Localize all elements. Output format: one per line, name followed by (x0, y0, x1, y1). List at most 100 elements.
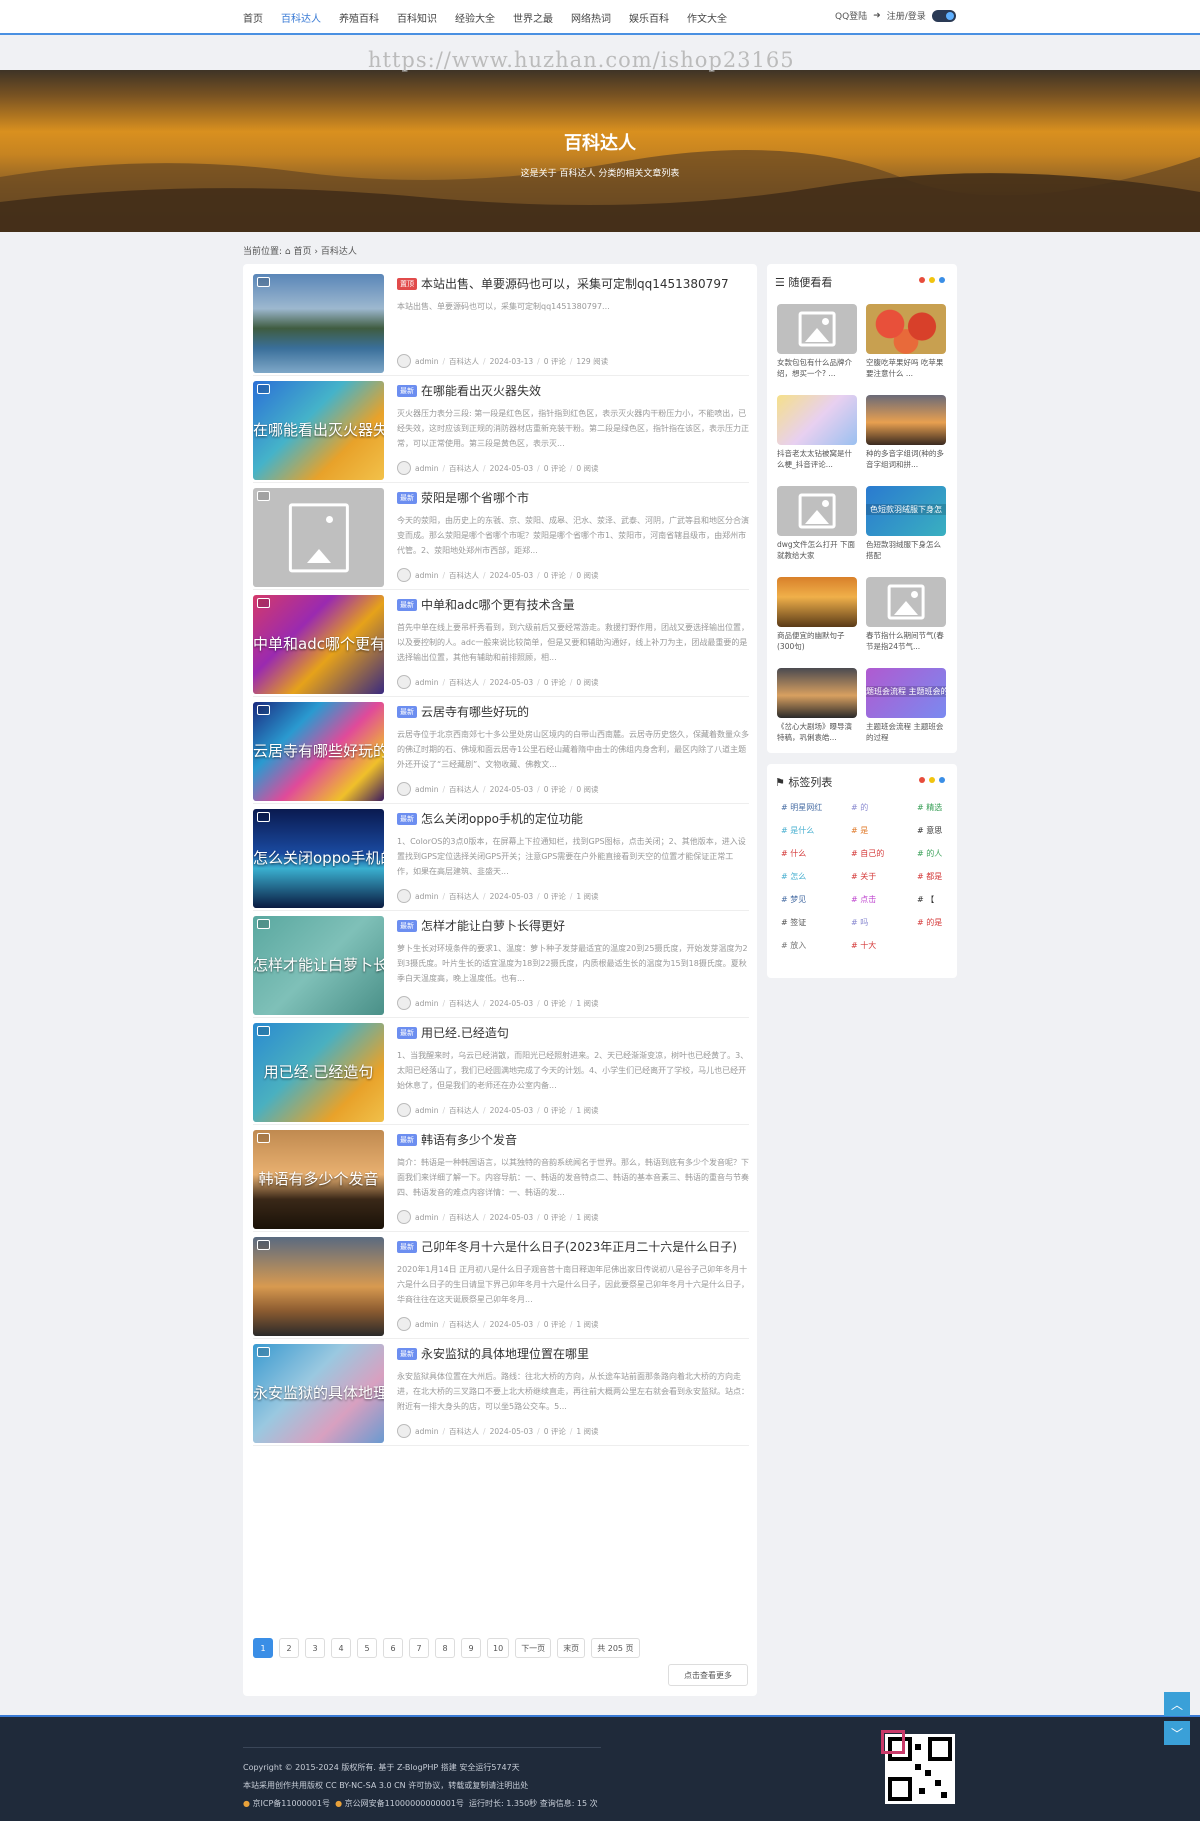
random-item-image[interactable] (777, 668, 857, 718)
post-item[interactable]: 用已经.已经造句 最新 用已经.已经造句 1、当我醒来时，乌云已经消散，而阳光已经照射… (253, 1015, 749, 1125)
tag-link[interactable]: # 怎么 (781, 871, 806, 882)
tag-link[interactable]: # 意思 (917, 825, 942, 836)
post-title[interactable]: 最新 怎样才能让白萝卜长得更好 (397, 917, 747, 934)
post-thumbnail[interactable]: 永安监狱的具体地理位置在哪里 (253, 1344, 384, 1443)
post-title-text[interactable]: 荥阳是哪个省哪个市 (421, 491, 529, 505)
post-item[interactable]: 在哪能看出灭火器失效最新在哪能看出灭火器失效灭火器压力表分三段: 第一段是红色区… (253, 373, 749, 483)
breadcrumb-home[interactable]: 首页 (294, 247, 312, 257)
tag-link[interactable]: # 是 (851, 825, 868, 836)
post-category[interactable]: 百科达人 (449, 1426, 479, 1437)
random-item-image[interactable] (866, 395, 946, 445)
page-3[interactable]: 3 (305, 1638, 325, 1658)
nav-item-reci[interactable]: 网络热词 (571, 10, 611, 25)
police-link[interactable]: 京公网安备11000000000001号 (345, 1799, 464, 1808)
post-thumbnail[interactable] (253, 488, 384, 587)
post-item[interactable]: 韩语有多少个发音 最新 韩语有多少个发音 简介：韩语是一种韩国语言，以其独特的音韵系统… (253, 1122, 749, 1232)
scroll-bottom-button[interactable]: ﹀ (1164, 1721, 1190, 1745)
post-item[interactable]: 最新 己卯年冬月十六是什么日子(2023年正月二十六是什么日子) 2020年1月14… (253, 1229, 749, 1339)
post-title[interactable]: 最新 永安监狱的具体地理位置在哪里 (397, 1345, 747, 1362)
random-item-image[interactable] (777, 577, 857, 627)
post-thumbnail[interactable]: 中单和adc哪个更有技术含量 (253, 595, 384, 694)
post-title[interactable]: 最新 中单和adc哪个更有技术含量 (397, 596, 747, 613)
post-item[interactable]: 怎样才能让白萝卜长得更好最新怎样才能让白萝卜长得更好萝卜生长对环境条件的要求1、… (253, 908, 749, 1018)
last-page-button[interactable]: 末页 (557, 1638, 586, 1658)
nav-item-yangzhi[interactable]: 养殖百科 (339, 10, 379, 25)
register-login-link[interactable]: 注册/登录 (887, 9, 926, 22)
post-title[interactable]: 最新 云居寺有哪些好玩的 (397, 703, 747, 720)
post-category[interactable]: 百科达人 (449, 677, 479, 688)
random-item-title[interactable]: 主题班会流程 主题班会的过程 (866, 721, 946, 743)
tag-link[interactable]: # 放入 (781, 940, 806, 951)
post-category[interactable]: 百科达人 (449, 891, 479, 902)
breadcrumb-current[interactable]: 百科达人 (321, 247, 357, 257)
nav-item-baike-daren[interactable]: 百科达人 (281, 10, 321, 25)
random-item[interactable]: 《岔心大剧场》曝导演特稿，巩俐袁皓... (777, 668, 857, 743)
post-author[interactable]: admin (415, 892, 439, 901)
tag-link[interactable]: # 吗 (851, 917, 868, 928)
post-author[interactable]: admin (415, 999, 439, 1008)
nav-item-shijie[interactable]: 世界之最 (513, 10, 553, 25)
page-10[interactable]: 10 (487, 1638, 510, 1658)
random-item[interactable]: 题班会流程 主题班会的过程主题班会流程 主题班会的过程 (866, 668, 946, 743)
post-title[interactable]: 最新 怎么关闭oppo手机的定位功能 (397, 810, 747, 827)
post-item[interactable]: 最新 荥阳是哪个省哪个市 今天的荥阳，由历史上的东虢、京、荥阳、成皋、汜水、荥泽、武… (253, 480, 749, 590)
post-thumbnail[interactable]: 韩语有多少个发音 (253, 1130, 384, 1229)
random-item-image[interactable]: 色短款羽绒服下身怎 (866, 486, 946, 536)
random-item-title[interactable]: 种的多音字组词(种的多音字组词和拼... (866, 448, 946, 470)
tag-link[interactable]: # 明星网红 (781, 802, 822, 813)
post-category[interactable]: 百科达人 (449, 1105, 479, 1116)
post-item[interactable]: 置顶 本站出售、单要源码也可以，采集可定制qq1451380797 本站出售、单要源… (253, 266, 749, 376)
post-title-text[interactable]: 中单和adc哪个更有技术含量 (421, 598, 575, 612)
post-title[interactable]: 最新 己卯年冬月十六是什么日子(2023年正月二十六是什么日子) (397, 1238, 747, 1255)
tag-link[interactable]: # 十大 (851, 940, 876, 951)
next-page-button[interactable]: 下一页 (515, 1638, 552, 1658)
post-item[interactable]: 云居寺有哪些好玩的 最新 云居寺有哪些好玩的 云居寺位于北京西南郊七十多公里处房山区境… (253, 694, 749, 804)
page-6[interactable]: 6 (383, 1638, 403, 1658)
page-4[interactable]: 4 (331, 1638, 351, 1658)
tag-link[interactable]: # 自己的 (851, 848, 884, 859)
random-item-image[interactable] (866, 577, 946, 627)
post-author[interactable]: admin (415, 464, 439, 473)
random-item-title[interactable]: 空腹吃苹果好吗 吃苹果要注意什么 ... (866, 357, 946, 379)
tag-link[interactable]: # 什么 (781, 848, 806, 859)
random-item-title[interactable]: 《岔心大剧场》曝导演特稿，巩俐袁皓... (777, 721, 857, 743)
random-item[interactable]: 种的多音字组词(种的多音字组词和拼... (866, 395, 946, 470)
post-author[interactable]: admin (415, 1106, 439, 1115)
tag-link[interactable]: # 的 (851, 802, 868, 813)
nav-item-home[interactable]: 首页 (243, 10, 263, 25)
random-item[interactable]: 春节指什么期间节气(春节是指24节气... (866, 577, 946, 652)
post-title[interactable]: 最新 在哪能看出灭火器失效 (397, 382, 747, 399)
tag-link[interactable]: # 梦见 (781, 894, 806, 905)
post-title-text[interactable]: 韩语有多少个发音 (421, 1133, 517, 1147)
random-item-title[interactable]: 春节指什么期间节气(春节是指24节气... (866, 630, 946, 652)
post-title[interactable]: 最新 韩语有多少个发音 (397, 1131, 747, 1148)
post-title-text[interactable]: 本站出售、单要源码也可以，采集可定制qq1451380797 (421, 277, 729, 291)
random-item[interactable]: 色短款羽绒服下身怎 色短款羽绒服下身怎么搭配 (866, 486, 946, 561)
post-title-text[interactable]: 怎么关闭oppo手机的定位功能 (421, 812, 583, 826)
post-category[interactable]: 百科达人 (449, 1212, 479, 1223)
random-item[interactable]: 抖音老太太钻被窝是什么梗_抖音评论... (777, 395, 857, 470)
page-9[interactable]: 9 (461, 1638, 481, 1658)
post-title[interactable]: 最新 用已经.已经造句 (397, 1024, 747, 1041)
post-title-text[interactable]: 永安监狱的具体地理位置在哪里 (421, 1347, 589, 1361)
page-5[interactable]: 5 (357, 1638, 377, 1658)
tag-link[interactable]: # 【 (917, 894, 934, 905)
tag-link[interactable]: # 的是 (917, 917, 942, 928)
post-author[interactable]: admin (415, 571, 439, 580)
random-item-title[interactable]: 抖音老太太钻被窝是什么梗_抖音评论... (777, 448, 857, 470)
post-title[interactable]: 置顶 本站出售、单要源码也可以，采集可定制qq1451380797 (397, 275, 747, 292)
tag-link[interactable]: # 关于 (851, 871, 876, 882)
page-8[interactable]: 8 (435, 1638, 455, 1658)
random-item[interactable]: 空腹吃苹果好吗 吃苹果要注意什么 ... (866, 304, 946, 379)
nav-item-baike-zhishi[interactable]: 百科知识 (397, 10, 437, 25)
post-author[interactable]: admin (415, 1213, 439, 1222)
random-item[interactable]: 商品便宜的幽默句子(300句) (777, 577, 857, 652)
post-category[interactable]: 百科达人 (449, 356, 479, 367)
random-item-title[interactable]: 女款包包有什么品牌介绍，想买一个? ... (777, 357, 857, 379)
post-title-text[interactable]: 己卯年冬月十六是什么日子(2023年正月二十六是什么日子) (421, 1240, 737, 1254)
tag-link[interactable]: # 是什么 (781, 825, 814, 836)
random-item-image[interactable] (777, 304, 857, 354)
post-thumbnail[interactable]: 云居寺有哪些好玩的 (253, 702, 384, 801)
tag-link[interactable]: # 签证 (781, 917, 806, 928)
post-thumbnail[interactable]: 怎样才能让白萝卜长得更好 (253, 916, 384, 1015)
